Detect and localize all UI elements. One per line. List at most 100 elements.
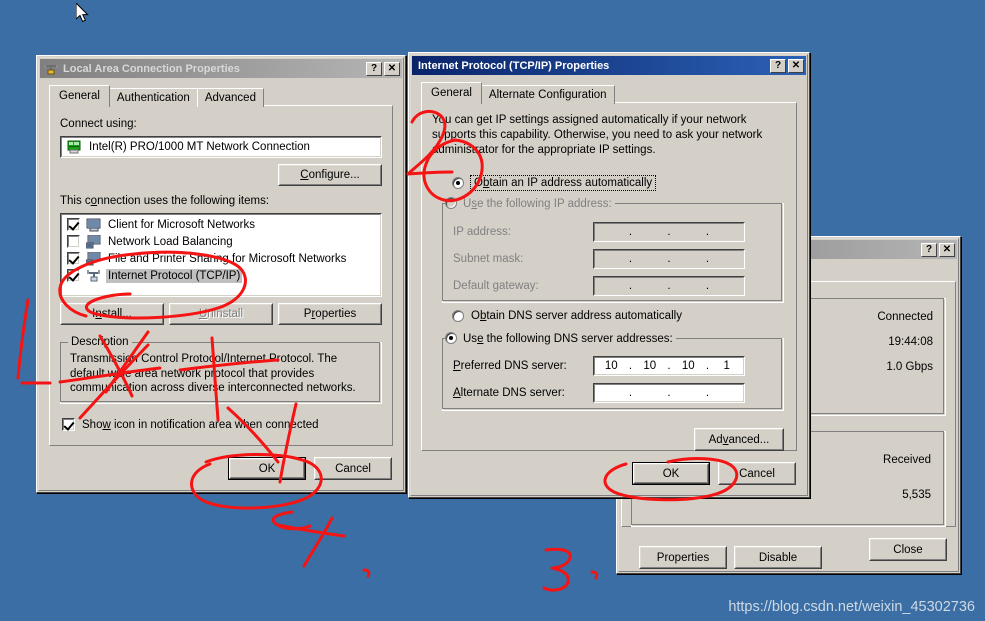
obtain-ip-automatically-radio[interactable] <box>452 177 464 189</box>
default-gateway-field[interactable]: . . . <box>593 276 745 296</box>
list-item[interactable]: Internet Protocol (TCP/IP) <box>63 267 379 284</box>
advanced-button[interactable]: Advanced... <box>694 428 784 451</box>
list-item-checkbox[interactable] <box>67 218 80 231</box>
show-icon-checkbox[interactable] <box>62 418 75 431</box>
mouse-pointer-icon <box>76 3 89 23</box>
tcpip-client: General Alternate Configuration You can … <box>413 77 805 493</box>
tcpip-dialog-title: Internet Protocol (TCP/IP) Properties <box>418 59 610 72</box>
configure-button[interactable]: Configure... <box>278 164 382 186</box>
ip-dot: . <box>705 387 710 399</box>
list-item[interactable]: File and Printer Sharing for Microsoft N… <box>63 250 379 267</box>
digit-3-bottom <box>542 566 570 592</box>
tcpip-cancel-label: Cancel <box>739 467 775 480</box>
use-following-dns-group: Use the following DNS server addresses: … <box>442 332 784 411</box>
ip-address-label: IP address: <box>453 226 511 238</box>
adapter-name: Intel(R) PRO/1000 MT Network Connection <box>89 141 310 153</box>
network-connection-icon <box>43 61 59 77</box>
status-close-button[interactable]: ✕ <box>939 242 955 257</box>
lac-client: General Authentication Advanced Connect … <box>41 80 401 488</box>
tab-advanced-label: Advanced <box>204 92 256 104</box>
client-service-icon <box>86 218 102 232</box>
received-label: Received <box>883 454 931 466</box>
lac-tabstrip[interactable]: General Authentication Advanced <box>49 85 264 107</box>
digit-4-hook <box>271 510 312 531</box>
adapter-field[interactable]: Intel(R) PRO/1000 MT Network Connection <box>60 136 382 158</box>
use-following-ip-title: Use the following IP address: <box>445 197 615 210</box>
lac-ok-label: OK <box>258 462 276 475</box>
list-item-checkbox[interactable] <box>67 269 80 282</box>
show-icon-checkbox-label: Show icon in notification area when conn… <box>82 418 319 431</box>
protocol-icon <box>86 269 102 283</box>
list-item[interactable]: Network Load Balancing <box>63 233 379 250</box>
use-following-dns-title: Use the following DNS server addresses: <box>445 332 676 345</box>
subnet-mask-field[interactable]: . . . <box>593 249 745 269</box>
tab-advanced[interactable]: Advanced <box>196 88 264 107</box>
advanced-label: Advanced... <box>708 433 770 446</box>
items-label: This connection uses the following items… <box>60 195 270 207</box>
desktop-background: ? ✕ Connected 19:44:08 1.0 Gbps Received… <box>0 0 985 621</box>
lac-titlebar[interactable]: Local Area Connection Properties ? ✕ <box>40 59 402 78</box>
status-properties-button[interactable]: Properties <box>639 546 727 569</box>
lac-close-button[interactable]: ✕ <box>384 61 400 76</box>
default-gateway-label: Default gateway: <box>453 280 539 292</box>
tab-general-label: General <box>431 87 472 99</box>
alternate-dns-label: Alternate DNS server: <box>453 387 565 399</box>
tcpip-general-tabpage: You can get IP settings assigned automat… <box>421 102 797 451</box>
lac-cancel-label: Cancel <box>335 462 371 475</box>
lac-ok-button[interactable]: OK <box>228 457 306 480</box>
obtain-dns-automatically-label: Obtain DNS server address automatically <box>471 310 682 322</box>
digit-4-cross <box>276 523 346 538</box>
status-properties-label: Properties <box>656 551 710 564</box>
use-following-ip-group: Use the following IP address: IP address… <box>442 197 784 303</box>
use-following-dns-radio[interactable] <box>445 332 457 344</box>
ip-dot: . <box>628 280 633 292</box>
tab-general-label: General <box>59 90 100 102</box>
tab-general[interactable]: General <box>49 85 110 107</box>
tab-general[interactable]: General <box>421 82 482 104</box>
lac-cancel-button[interactable]: Cancel <box>314 457 392 480</box>
list-item-checkbox[interactable] <box>67 235 80 248</box>
obtain-dns-automatically-radio[interactable] <box>452 310 464 322</box>
preferred-dns-field[interactable]: 10. 10. 10. 1 <box>593 356 745 376</box>
status-help-button[interactable]: ? <box>921 242 937 257</box>
internet-protocol-tcpip-properties-dialog[interactable]: Internet Protocol (TCP/IP) Properties ? … <box>408 52 810 498</box>
uninstall-button[interactable]: Uninstall <box>169 303 273 325</box>
tcpip-help-button[interactable]: ? <box>770 58 786 73</box>
ip-dot: . <box>667 387 671 399</box>
alternate-dns-field[interactable]: . . . <box>593 383 745 403</box>
lac-general-tabpage: Connect using: Intel(R) PRO/1000 MT Netw… <box>49 105 393 446</box>
list-item[interactable]: Client for Microsoft Networks <box>63 216 379 233</box>
obtain-ip-automatically-row[interactable]: Obtain an IP address automatically <box>452 175 657 191</box>
obtain-dns-automatically-row[interactable]: Obtain DNS server address automatically <box>452 310 682 322</box>
uninstall-label: Uninstall <box>198 308 244 320</box>
tcpip-cancel-button[interactable]: Cancel <box>718 462 796 485</box>
install-button[interactable]: Install... <box>60 303 164 325</box>
show-icon-checkbox-row[interactable]: Show icon in notification area when conn… <box>62 418 319 431</box>
ip-dot: . <box>628 387 633 399</box>
ip-dot: . <box>628 226 633 238</box>
tcpip-titlebar[interactable]: Internet Protocol (TCP/IP) Properties ? … <box>412 56 806 75</box>
preferred-dns-octet-1: 10 <box>604 360 618 372</box>
tab-alternate-configuration[interactable]: Alternate Configuration <box>480 85 615 104</box>
tcpip-ok-button[interactable]: OK <box>632 462 710 485</box>
ip-dot: . <box>705 280 710 292</box>
list-item-checkbox[interactable] <box>67 252 80 265</box>
install-label: Install... <box>92 308 132 320</box>
tab-authentication[interactable]: Authentication <box>108 88 198 107</box>
received-value: 5,535 <box>902 489 931 501</box>
ip-address-field[interactable]: . . . <box>593 222 745 242</box>
ip-dot: . <box>667 253 671 265</box>
list-item-label: Internet Protocol (TCP/IP) <box>106 268 243 283</box>
use-following-ip-radio[interactable] <box>445 197 457 209</box>
tcpip-tabstrip[interactable]: General Alternate Configuration <box>421 82 615 104</box>
status-close-text-button[interactable]: Close <box>869 538 947 561</box>
lac-help-button[interactable]: ? <box>366 61 382 76</box>
components-listbox[interactable]: Client for Microsoft Networks Network Lo… <box>60 213 382 297</box>
tcpip-close-button[interactable]: ✕ <box>788 58 804 73</box>
local-area-connection-properties-dialog[interactable]: Local Area Connection Properties ? ✕ Gen… <box>36 55 406 493</box>
ip-dot: . <box>667 226 671 238</box>
properties-button[interactable]: Properties <box>278 303 382 325</box>
preferred-dns-label: Preferred DNS server: <box>453 360 567 372</box>
list-item-label: Client for Microsoft Networks <box>108 218 255 231</box>
status-disable-button[interactable]: Disable <box>734 546 822 569</box>
